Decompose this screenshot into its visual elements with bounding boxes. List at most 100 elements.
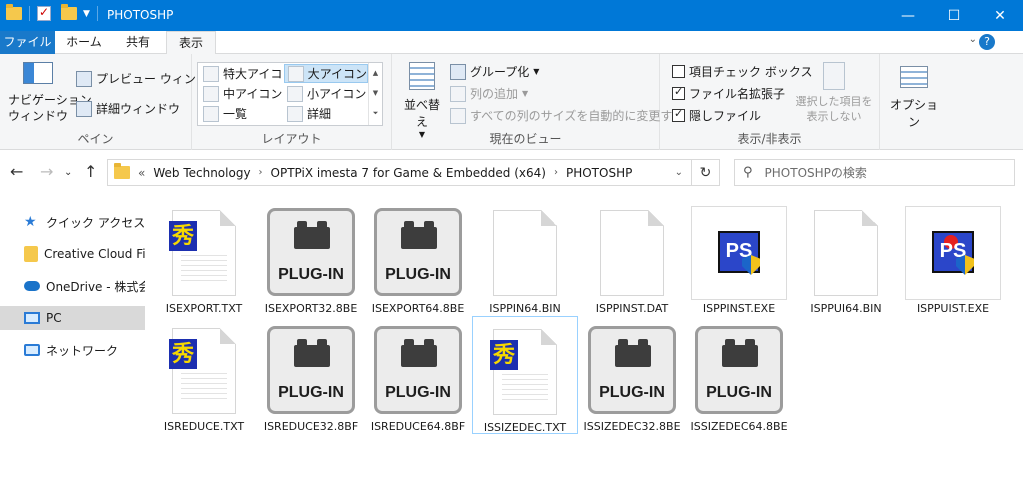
layout-details[interactable]: 詳細 [284,104,331,123]
sort-button[interactable]: 並べ替え ▼ [400,62,444,139]
network-icon [24,344,40,356]
dropdown-arrow-icon: ▼ [533,67,540,76]
search-placeholder: PHOTOSHPの検索 [764,166,867,180]
hide-selected-label: 選択した項目を 表示しない [795,95,873,123]
file-item[interactable]: PLUG-IN ISREDUCE64.8BF [365,316,471,434]
file-item[interactable]: ISPPIN64.BIN [472,198,578,316]
search-icon: ⚲ [743,165,753,180]
file-item[interactable]: 秀 ISSIZEDEC.TXT [472,316,578,434]
up-icon[interactable]: ↑ [84,162,97,181]
customize-toolbar-icon[interactable]: ▼ [83,9,90,19]
tab-view[interactable]: 表示 [166,31,216,55]
toolbar-divider [29,6,30,21]
layout-large-icons[interactable]: 大アイコン [284,64,368,83]
address-bar[interactable]: « Web Technology › OPTPiX imesta 7 for G… [107,159,692,186]
plugin-icon: PLUG-IN [374,208,462,296]
details-pane-button[interactable]: 詳細ウィンドウ [76,100,180,117]
new-folder-icon[interactable] [61,4,77,20]
chevron-right-icon[interactable]: › [554,167,558,178]
hide-selected-button[interactable]: 選択した項目を 表示しない [794,62,874,124]
pane-group-label: ペイン [77,132,114,146]
maximize-button[interactable]: ☐ [931,0,977,31]
search-box[interactable]: ⚲ PHOTOSHPの検索 [734,159,1015,186]
file-item[interactable]: PS ISPPINST.EXE [686,198,792,316]
fit-columns-button[interactable]: すべての列のサイズを自動的に変更する [450,107,684,124]
dropdown-arrow-icon: ▼ [522,89,529,98]
nav-item-quick-access[interactable]: ★ クイック アクセス [0,210,145,234]
add-column-button[interactable]: 列の追加 ▼ [450,85,528,102]
preview-pane-icon [76,70,92,87]
group-by-button[interactable]: グループ化 ▼ [450,63,539,80]
file-item[interactable]: PLUG-IN ISREDUCE32.8BF [258,316,364,434]
details-pane-icon [76,100,92,117]
extensions-checkbox[interactable] [672,85,685,100]
editor-app-icon: 秀 [490,340,518,370]
layout-medium-icons[interactable]: 中アイコン [200,84,282,103]
close-button[interactable]: ✕ [977,0,1023,31]
add-column-icon [450,85,466,102]
onedrive-icon [24,281,40,291]
file-item[interactable]: PLUG-IN ISEXPORT64.8BE [365,198,471,316]
recent-locations-icon[interactable]: ⌄ [64,167,72,178]
small-icons-icon [287,85,303,102]
file-item[interactable]: 秀 ISREDUCE.TXT [151,316,257,434]
file-name: ISEXPORT.TXT [165,302,243,315]
collapse-ribbon-icon[interactable]: ⌄ [969,34,977,45]
back-icon[interactable]: ← [10,162,23,181]
file-item[interactable]: PS ISPPUIST.EXE [900,198,1006,316]
extensions-option[interactable]: ファイル名拡張子 [672,85,785,102]
medium-icons-icon [203,85,219,102]
refresh-button[interactable]: ↻ [692,159,720,186]
tab-share[interactable]: 共有 [112,31,164,54]
options-icon [900,66,928,88]
blank-document-icon [814,210,878,296]
options-button[interactable]: オプション [886,66,942,130]
file-item[interactable]: ISPPINST.DAT [579,198,685,316]
file-name: ISSIZEDEC.TXT [483,421,567,434]
file-item[interactable]: ISPPUI64.BIN [793,198,899,316]
chevron-right-icon[interactable]: › [259,167,263,178]
nav-item-creative-cloud[interactable]: Creative Cloud Files [0,242,145,266]
help-icon[interactable]: ? [979,34,995,50]
star-icon: ★ [24,214,37,230]
nav-item-pc[interactable]: PC [0,306,145,330]
layout-small-icons[interactable]: 小アイコン [284,84,366,103]
file-item[interactable]: 秀 ISEXPORT.TXT [151,198,257,316]
plugin-icon: PLUG-IN [267,326,355,414]
nav-item-network[interactable]: ネットワーク [0,338,145,362]
file-name: ISPPUI64.BIN [810,302,882,315]
plugin-brick-icon [615,339,651,367]
properties-icon[interactable] [37,5,51,21]
overflow-chevron[interactable]: « [138,166,145,180]
forward-icon[interactable]: → [40,162,53,181]
extra-large-icons-icon [203,65,219,82]
nav-item-onedrive[interactable]: OneDrive - 株式会社 [0,274,145,298]
navigation-pane-label: ナビゲーション ウィンドウ [8,93,92,123]
fit-columns-label: すべての列のサイズを自動的に変更する [470,109,685,123]
navigation-pane-button[interactable]: ナビゲーション ウィンドウ [8,62,92,124]
ribbon-tabs: ファイル ホーム 共有 表示 ⌄ ? [0,31,1023,149]
plugin-brick-icon [401,339,437,367]
file-name: ISEXPORT64.8BE [371,302,465,315]
file-item[interactable]: PLUG-IN ISEXPORT32.8BE [258,198,364,316]
layout-list[interactable]: 一覧 [200,104,247,123]
hidden-files-checkbox[interactable] [672,107,685,122]
breadcrumb-item[interactable]: PHOTOSHP [566,166,632,180]
address-dropdown-icon[interactable]: ⌄ [675,167,683,178]
item-checkbox-option[interactable]: 項目チェック ボックス [672,63,812,80]
options-label: オプション [889,98,938,129]
hidden-files-option[interactable]: 隠しファイル [672,107,761,124]
layout-extra-large-icons[interactable]: 特大アイコン [200,64,294,83]
file-name: ISPPIN64.BIN [489,302,561,315]
file-item[interactable]: PLUG-IN ISSIZEDEC64.8BE [686,316,792,434]
tab-home[interactable]: ホーム [58,31,110,54]
file-item[interactable]: PLUG-IN ISSIZEDEC32.8BE [579,316,685,434]
file-list: 秀 ISEXPORT.TXT PLUG-IN ISEXPORT32.8BE PLUG-I… [147,194,1023,480]
file-name: ISPPINST.EXE [702,302,776,315]
minimize-button[interactable]: — [885,0,931,31]
breadcrumb-item[interactable]: OPTPiX imesta 7 for Game & Embedded (x64… [271,166,546,180]
layout-scroll[interactable]: ▲ ▼ ⏷ [368,63,382,125]
text-document-icon: 秀 [169,210,236,296]
breadcrumb-item[interactable]: Web Technology [153,166,250,180]
item-checkbox-checkbox[interactable] [672,65,685,78]
